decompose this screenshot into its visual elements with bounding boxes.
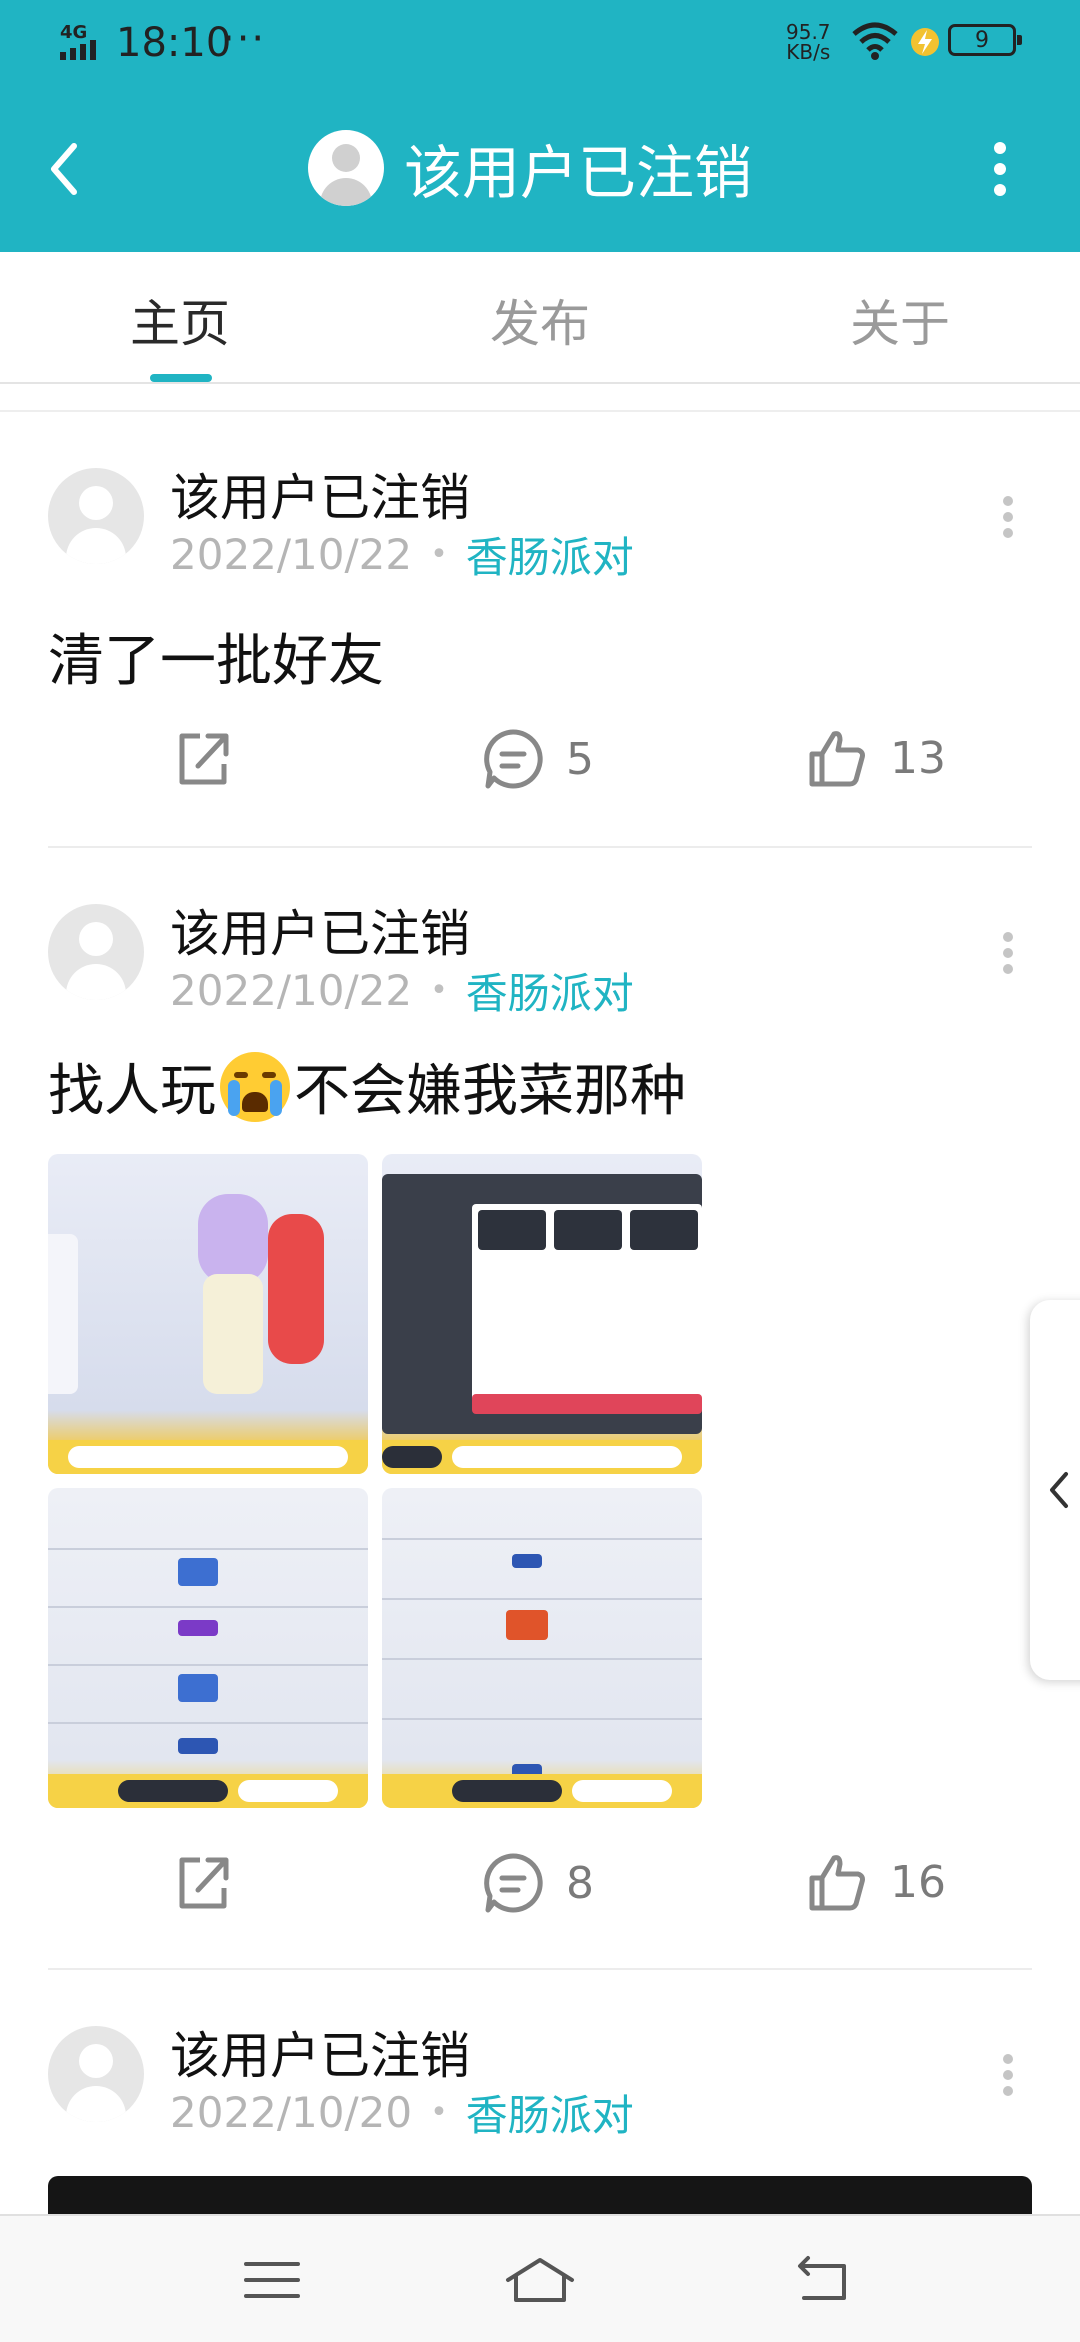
side-panel <box>48 1234 78 1394</box>
stat-box <box>478 1210 546 1250</box>
share-button[interactable] <box>172 726 236 790</box>
side-drawer-handle[interactable] <box>1030 1300 1080 1680</box>
network-speed-value: 95.7 <box>786 20 831 44</box>
grade-badge <box>512 1554 542 1568</box>
post-actions: 8 16 <box>0 1850 1080 1930</box>
image-tabbar <box>382 1774 702 1808</box>
more-vertical-icon[interactable] <box>978 134 1022 204</box>
post-image[interactable] <box>382 1154 702 1474</box>
stat-box <box>630 1210 698 1250</box>
stat-box <box>554 1210 622 1250</box>
post-text-start: 找人玩 <box>48 1059 216 1124</box>
comment-button[interactable]: 8 <box>480 1850 594 1916</box>
like-button[interactable]: 13 <box>806 726 946 790</box>
like-count: 13 <box>890 732 946 784</box>
charging-icon <box>911 28 939 56</box>
post-more-icon[interactable] <box>1000 930 1016 976</box>
back-icon[interactable] <box>782 2250 862 2310</box>
section-divider <box>0 410 1080 412</box>
post-date: 2022/10/20 <box>170 2088 413 2137</box>
battery-level: 9 <box>975 27 989 53</box>
status-bar: 4G 18:10 ··· 95.7 KB/s 9 <box>0 0 1080 84</box>
user-avatar-icon <box>308 130 384 206</box>
post-image[interactable] <box>382 1488 702 1808</box>
post-actions: 5 13 <box>0 726 1080 806</box>
grade-badge <box>178 1738 218 1754</box>
meta-separator: • <box>430 537 448 572</box>
post-more-icon[interactable] <box>1000 2052 1016 2098</box>
grade-badge <box>178 1620 218 1636</box>
image-tabbar <box>382 1440 702 1474</box>
post-date: 2022/10/22 <box>170 966 413 1015</box>
like-button[interactable]: 16 <box>806 1850 946 1914</box>
character-figure <box>268 1214 324 1364</box>
post-image-grid <box>48 1154 702 1808</box>
battery-icon: 9 <box>948 24 1022 56</box>
tab-about[interactable]: 关于 <box>800 284 1000 356</box>
comment-button[interactable]: 5 <box>480 726 594 792</box>
post-image[interactable] <box>48 1488 368 1808</box>
post-more-icon[interactable] <box>1000 494 1016 540</box>
tab-home[interactable]: 主页 <box>80 284 280 356</box>
share-icon <box>179 733 229 785</box>
post-date: 2022/10/22 <box>170 530 413 579</box>
character-figure <box>198 1194 268 1284</box>
system-nav-bar <box>0 2214 1080 2342</box>
mvp-badge <box>506 1610 548 1640</box>
post-divider <box>48 846 1032 848</box>
post-meta: 2022/10/22 • 香肠派对 <box>170 960 634 1021</box>
meta-separator: • <box>430 2095 448 2130</box>
mvp-badge <box>178 1558 218 1586</box>
mvp-badge <box>178 1674 218 1702</box>
app-bar: 该用户已注销 <box>0 84 1080 252</box>
post-author[interactable]: 该用户已注销 <box>170 2016 470 2088</box>
post-game-tag[interactable]: 香肠派对 <box>466 960 634 1021</box>
post-text: 清了一批好友 <box>48 629 384 694</box>
author-avatar[interactable] <box>48 2026 144 2122</box>
signal-icon <box>60 40 96 60</box>
post-meta: 2022/10/22 • 香肠派对 <box>170 524 634 585</box>
author-avatar[interactable] <box>48 904 144 1000</box>
clock: 18:10 <box>116 20 232 66</box>
like-count: 16 <box>890 1856 946 1908</box>
share-icon <box>179 1857 229 1909</box>
chevron-left-icon <box>1050 1472 1068 1508</box>
more-notifications-icon: ··· <box>222 16 267 62</box>
post-text: 找人玩 不会嫌我菜那种 <box>48 1046 686 1127</box>
menu-icon[interactable] <box>232 2250 312 2310</box>
comment-icon <box>484 729 543 789</box>
top-bar: 4G 18:10 ··· 95.7 KB/s 9 该用户已注销 <box>0 0 1080 252</box>
network-speed: 95.7 KB/s <box>786 22 831 62</box>
page-title: 该用户已注销 <box>404 139 753 207</box>
image-tabbar <box>48 1774 368 1808</box>
post-game-tag[interactable]: 香肠派对 <box>466 524 634 585</box>
post-author[interactable]: 该用户已注销 <box>170 458 470 530</box>
post-meta: 2022/10/20 • 香肠派对 <box>170 2082 634 2143</box>
comment-icon <box>484 1853 543 1913</box>
rank-strip <box>472 1394 702 1414</box>
post-author[interactable]: 该用户已注销 <box>170 894 470 966</box>
thumbs-up-icon <box>809 1855 865 1911</box>
share-button[interactable] <box>172 1850 236 1914</box>
tab-indicator <box>150 374 212 382</box>
post-image[interactable] <box>48 1154 368 1474</box>
meta-separator: • <box>430 973 448 1008</box>
network-speed-unit: KB/s <box>786 40 831 64</box>
wifi-icon <box>852 22 898 60</box>
post-text-end: 不会嫌我菜那种 <box>294 1059 686 1124</box>
loudly-crying-face-icon <box>220 1051 290 1122</box>
back-arrow-icon[interactable] <box>40 134 90 204</box>
tab-posts[interactable]: 发布 <box>440 284 640 356</box>
comment-count: 5 <box>566 733 594 785</box>
image-tabbar <box>48 1440 368 1474</box>
profile-title: 该用户已注销 <box>308 126 752 210</box>
thumbs-up-icon <box>809 731 865 787</box>
home-icon[interactable] <box>500 2250 580 2310</box>
post-game-tag[interactable]: 香肠派对 <box>466 2082 634 2143</box>
character-figure <box>203 1274 263 1394</box>
author-avatar[interactable] <box>48 468 144 564</box>
comment-count: 8 <box>566 1857 594 1909</box>
profile-tabs: 主页 发布 关于 <box>0 252 1080 384</box>
post-divider <box>48 1968 1032 1970</box>
